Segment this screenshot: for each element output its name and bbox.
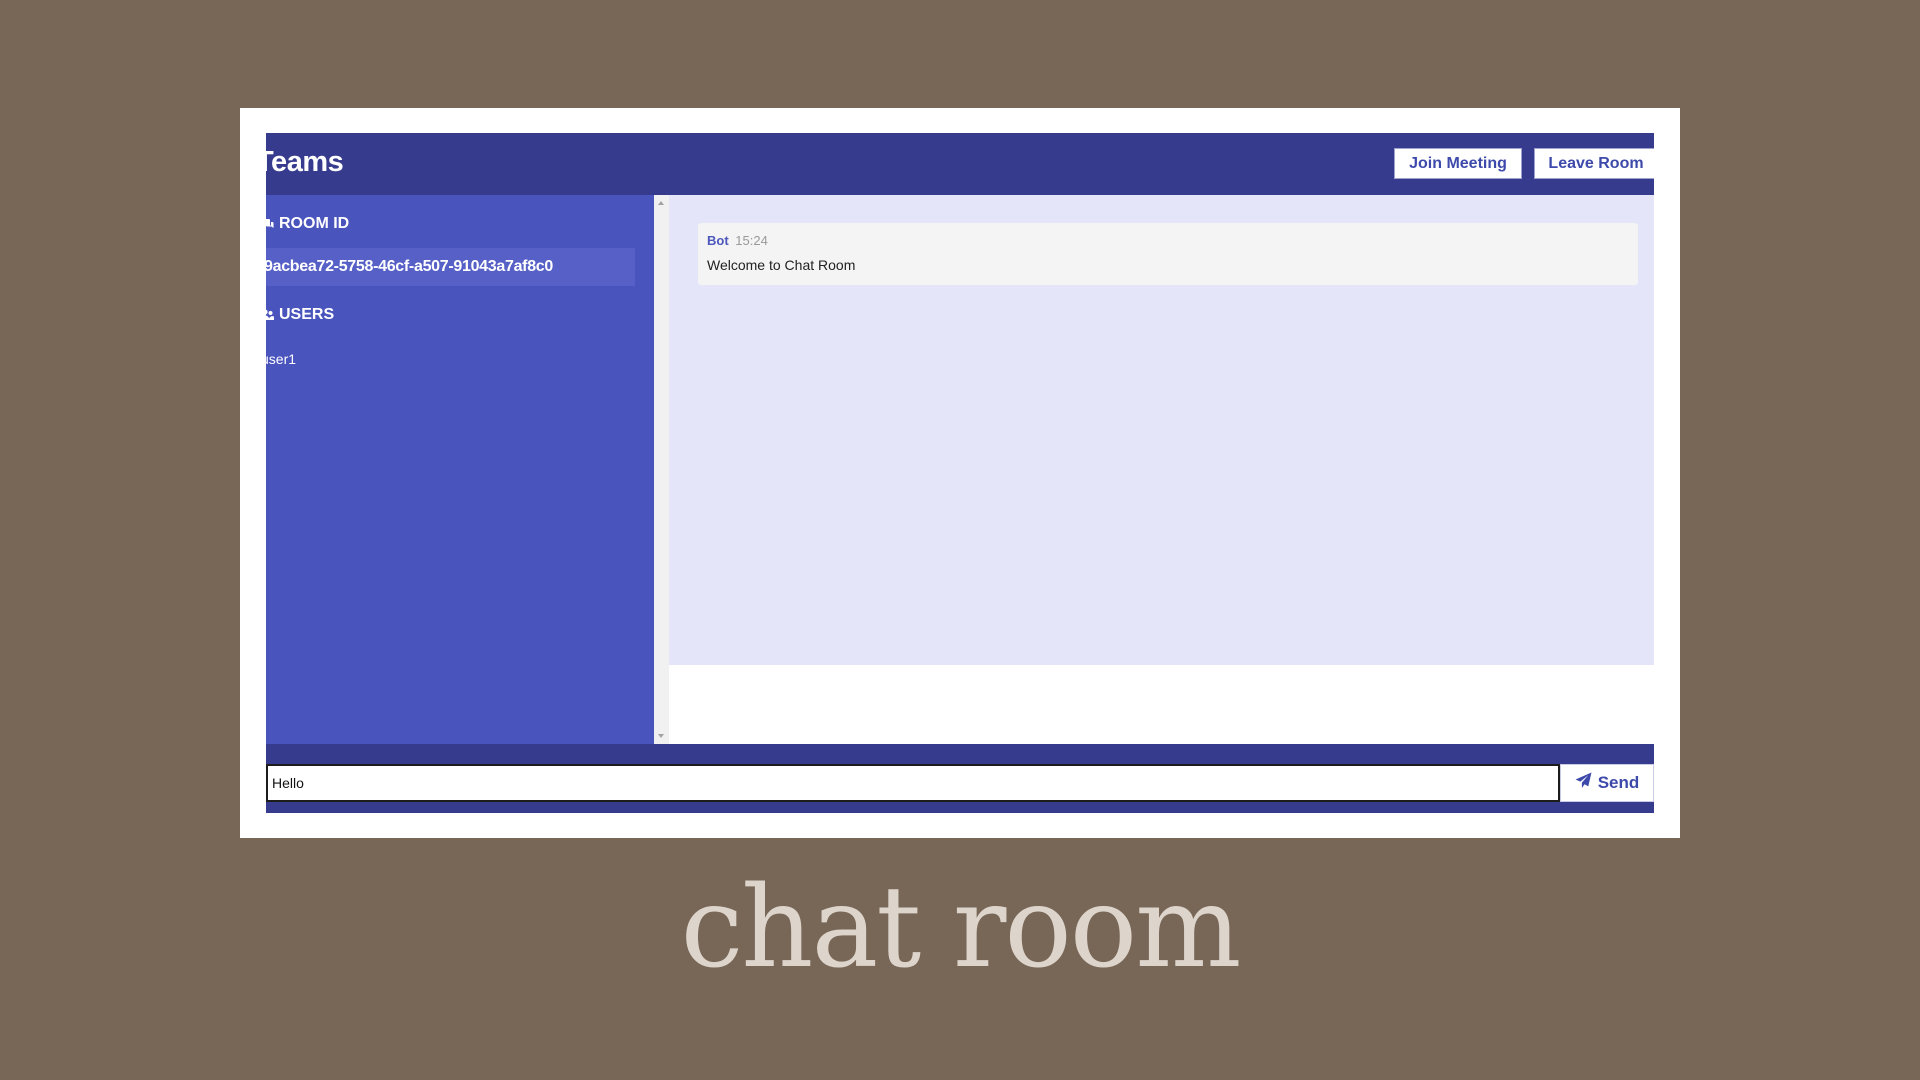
app-brand: Teams — [266, 146, 344, 178]
scroll-down-arrow-icon[interactable] — [658, 734, 664, 738]
scroll-up-arrow-icon[interactable] — [658, 201, 664, 205]
room-id-heading-label: ROOM ID — [279, 215, 350, 232]
join-meeting-button[interactable]: Join Meeting — [1394, 148, 1522, 179]
sidebar: ROOM ID 9acbea72-5758-46cf-a507-91043a7a… — [266, 195, 654, 744]
users-icon — [266, 308, 274, 322]
send-button-label: Send — [1597, 773, 1640, 792]
message-author: Bot — [707, 233, 729, 248]
room-id-heading: ROOM ID — [266, 215, 349, 233]
top-bar: Teams Join Meeting Leave Room — [266, 133, 1654, 195]
screenshot-frame: Teams Join Meeting Leave Room ROOM ID 9a… — [240, 108, 1680, 838]
page-caption: chat room — [680, 863, 1242, 993]
user-list-item[interactable]: user1 — [266, 351, 296, 367]
users-heading: USERS — [266, 306, 334, 324]
comments-icon — [266, 217, 274, 231]
composer-bar: Send — [266, 744, 1654, 813]
chat-message: Bot 15:24 Welcome to Chat Room — [698, 223, 1638, 285]
chat-messages-area: Bot 15:24 Welcome to Chat Room — [669, 195, 1654, 665]
message-meta: Bot 15:24 — [707, 233, 768, 248]
leave-room-button[interactable]: Leave Room — [1534, 148, 1654, 179]
message-text: Welcome to Chat Room — [707, 257, 856, 273]
message-input[interactable] — [266, 764, 1560, 802]
users-heading-label: USERS — [279, 306, 335, 323]
send-button[interactable]: Send — [1560, 764, 1654, 802]
message-time: 15:24 — [735, 233, 768, 248]
sidebar-scrollbar[interactable] — [654, 195, 669, 744]
chat-app: Teams Join Meeting Leave Room ROOM ID 9a… — [266, 133, 1654, 813]
paper-plane-icon — [1575, 772, 1592, 794]
room-id-value: 9acbea72-5758-46cf-a507-91043a7af8c0 — [266, 248, 635, 286]
